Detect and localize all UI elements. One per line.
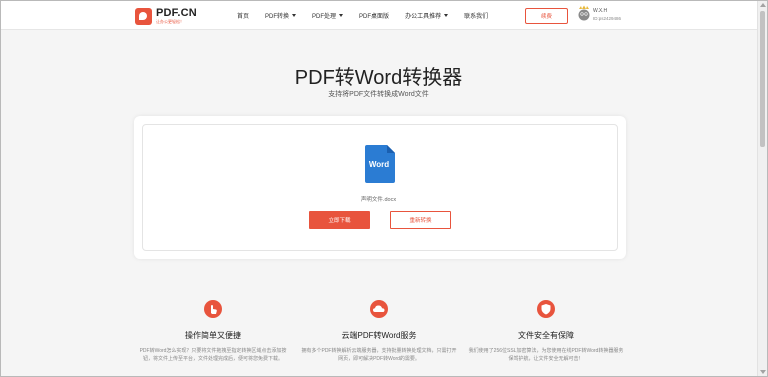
user-id: ID:ps2429486 bbox=[593, 16, 622, 21]
cloud-icon bbox=[370, 300, 388, 318]
file-name: 声明文件.docx bbox=[360, 197, 397, 203]
nav-label: PDF转换 bbox=[265, 14, 290, 20]
nav-label: 联系我们 bbox=[464, 14, 489, 20]
reconvert-button[interactable]: 重新转换 bbox=[390, 211, 451, 229]
scroll-thumb[interactable] bbox=[760, 11, 765, 147]
page-subtitle: 支持将PDF文件转换成Word文件 bbox=[328, 91, 429, 98]
scroll-down-arrow-icon[interactable] bbox=[760, 370, 766, 374]
caret-down-icon bbox=[292, 14, 297, 17]
nav-label: PDF处理 bbox=[312, 14, 337, 20]
nav-item-home[interactable]: 首页 bbox=[237, 11, 249, 20]
renew-button[interactable]: 续费 bbox=[525, 8, 568, 24]
caret-down-icon bbox=[339, 14, 344, 17]
feature-security: 文件安全有保障 我们使用了256位SSL加密算法，为您使用在线PDF转Word转… bbox=[446, 300, 646, 363]
feature-desc: 我们使用了256位SSL加密算法，为您使用在线PDF转Word转换器服务保驾护航… bbox=[468, 348, 624, 362]
caret-down-icon bbox=[444, 14, 449, 17]
logo-icon bbox=[135, 7, 152, 25]
scroll-up-arrow-icon[interactable] bbox=[760, 3, 766, 7]
nav-item-office-tools[interactable]: 办公工具推荐 bbox=[405, 11, 449, 20]
user-name[interactable]: W.X.H bbox=[593, 8, 607, 14]
main-nav: 首页 PDF转换 PDF处理 PDF桌面版 办公工具推荐 联系我们 bbox=[237, 1, 488, 30]
result-card bbox=[134, 116, 626, 259]
nav-label: 办公工具推荐 bbox=[405, 14, 442, 20]
page-title: PDF转Word转换器 bbox=[294, 67, 463, 89]
logo-name: PDF.CN bbox=[156, 7, 197, 19]
hand-pointer-icon bbox=[204, 300, 222, 318]
site-logo[interactable]: PDF.CN 让办公更轻松！ bbox=[135, 6, 197, 26]
nav-item-desktop[interactable]: PDF桌面版 bbox=[359, 11, 389, 20]
word-file-icon: Word bbox=[365, 145, 395, 183]
nav-item-pdf-convert[interactable]: PDF转换 bbox=[265, 11, 297, 20]
download-button[interactable]: 立即下载 bbox=[309, 211, 370, 229]
nav-item-pdf-process[interactable]: PDF处理 bbox=[312, 11, 344, 20]
shield-icon bbox=[537, 300, 555, 318]
logo-slogan: 让办公更轻松！ bbox=[156, 19, 184, 24]
feature-title: 文件安全有保障 bbox=[518, 331, 574, 340]
vertical-scrollbar[interactable] bbox=[757, 1, 767, 376]
result-panel bbox=[142, 124, 618, 251]
file-type-label: Word bbox=[369, 160, 389, 169]
site-header: PDF.CN 让办公更轻松！ 首页 PDF转换 PDF处理 PDF桌面版 办公工… bbox=[1, 1, 757, 30]
user-avatar[interactable] bbox=[577, 5, 591, 21]
nav-item-contact[interactable]: 联系我们 bbox=[464, 11, 488, 20]
nav-label: 首页 bbox=[237, 14, 250, 20]
nav-label: PDF桌面版 bbox=[359, 14, 390, 20]
